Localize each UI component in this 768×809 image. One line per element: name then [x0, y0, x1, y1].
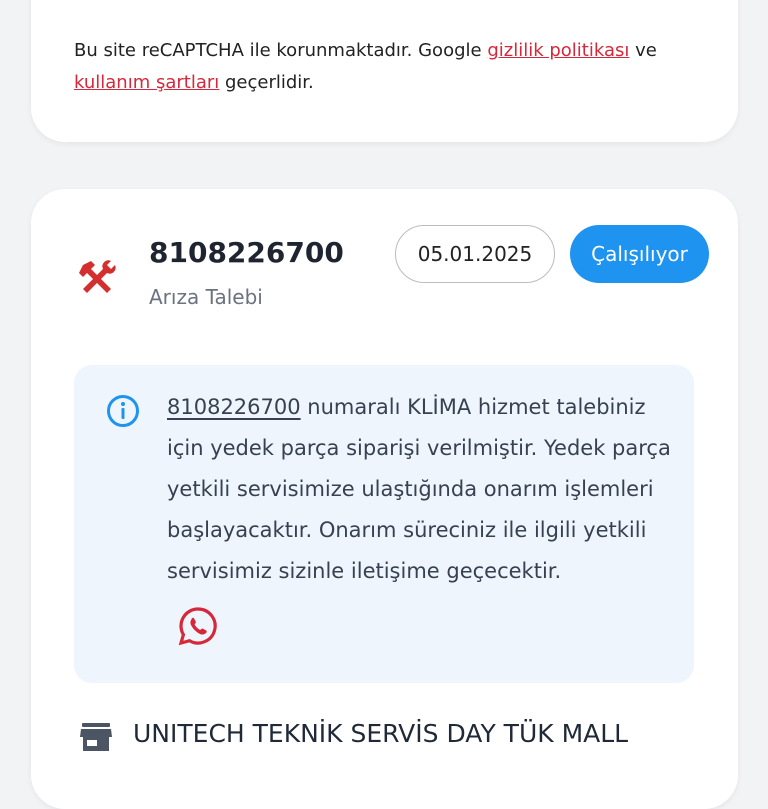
recaptcha-notice: Bu site reCAPTCHA ile korunmaktadır. Goo…: [74, 35, 684, 99]
recaptcha-text: Bu site reCAPTCHA ile korunmaktadır. Goo…: [74, 40, 488, 61]
ticket-number: 8108226700: [149, 236, 344, 269]
recaptcha-text-mid: ve: [629, 40, 657, 61]
whatsapp-icon[interactable]: [178, 606, 218, 646]
recaptcha-text-end: geçerlidir.: [219, 72, 314, 93]
info-box: 8108226700 numaralı KLİMA hizmet talebin…: [74, 365, 694, 683]
info-body: numaralı KLİMA hizmet talebiniz için yed…: [167, 395, 671, 583]
status-badge: Çalışılıyor: [570, 225, 709, 283]
ref-number: 8108226700: [167, 395, 301, 419]
terms-link[interactable]: kullanım şartları: [74, 72, 219, 93]
ticket-card[interactable]: 8108226700 Arıza Talebi 05.01.2025 Çalış…: [31, 189, 738, 809]
info-message: 8108226700 numaralı KLİMA hizmet talebin…: [167, 387, 672, 592]
privacy-policy-link[interactable]: gizlilik politikası: [487, 40, 629, 61]
service-name: UNITECH TEKNİK SERVİS DAY TÜK MALL: [133, 719, 629, 748]
store-icon: [80, 723, 112, 751]
recaptcha-card: Bu site reCAPTCHA ile korunmaktadır. Goo…: [31, 0, 738, 142]
date-badge: 05.01.2025: [395, 225, 555, 283]
info-circle-icon: [107, 395, 139, 427]
hammer-wrench-icon: [79, 260, 116, 293]
ticket-type: Arıza Talebi: [149, 285, 263, 309]
